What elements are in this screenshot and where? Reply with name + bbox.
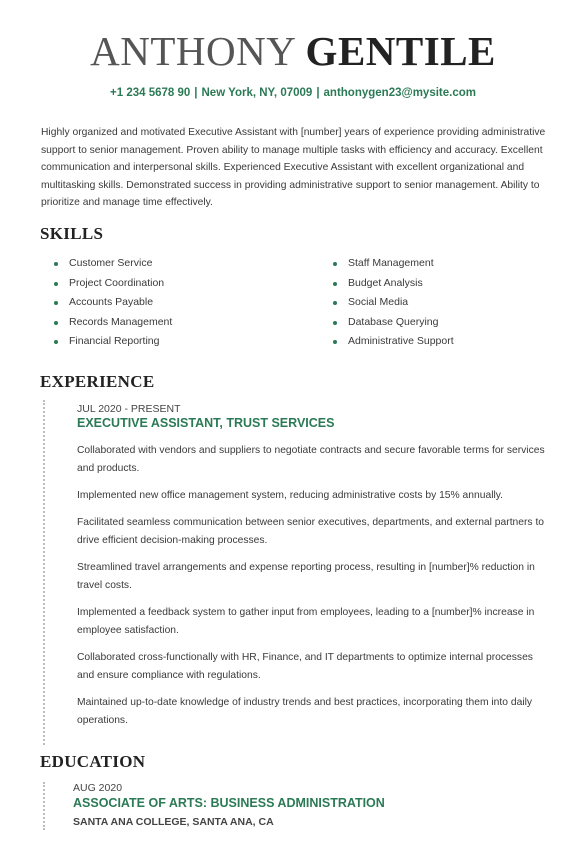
skill-item: Social Media bbox=[333, 293, 454, 313]
skill-label: Database Querying bbox=[348, 315, 439, 328]
education-date: AUG 2020 bbox=[73, 782, 123, 794]
bullet-icon bbox=[54, 320, 58, 325]
skill-item: Project Coordination bbox=[54, 274, 172, 294]
bullet-icon bbox=[333, 320, 337, 325]
experience-bullets: Collaborated with vendors and suppliers … bbox=[77, 442, 552, 739]
skills-list-left: Customer Service Project Coordination Ac… bbox=[54, 254, 172, 352]
skills-list-right: Staff Management Budget Analysis Social … bbox=[333, 254, 454, 352]
skill-item: Staff Management bbox=[333, 254, 454, 274]
first-name: ANTHONY bbox=[90, 28, 295, 74]
bullet-icon bbox=[333, 281, 337, 286]
bullet-icon bbox=[54, 281, 58, 286]
experience-role: EXECUTIVE ASSISTANT, TRUST SERVICES bbox=[77, 416, 335, 430]
experience-bullet: Implemented new office management system… bbox=[77, 490, 504, 501]
skills-heading: SKILLS bbox=[40, 224, 104, 243]
experience-bullet: Collaborated cross-functionally with HR,… bbox=[77, 652, 533, 681]
experience-bullet: Implemented a feedback system to gather … bbox=[77, 607, 535, 636]
skill-item: Financial Reporting bbox=[54, 332, 172, 352]
education-degree: ASSOCIATE OF ARTS: BUSINESS ADMINISTRATI… bbox=[73, 796, 385, 810]
bullet-icon bbox=[54, 262, 58, 266]
skill-label: Accounts Payable bbox=[69, 296, 154, 308]
skill-label: Project Coordination bbox=[69, 276, 165, 289]
skill-item: Accounts Payable bbox=[54, 293, 172, 313]
skill-label: Social Media bbox=[348, 296, 409, 308]
professional-summary: Highly organized and motivated Executive… bbox=[41, 127, 546, 209]
skill-item: Administrative Support bbox=[333, 332, 454, 352]
bullet-icon bbox=[333, 262, 337, 266]
separator: | bbox=[316, 87, 320, 99]
skill-item: Database Querying bbox=[333, 313, 454, 333]
skill-item: Budget Analysis bbox=[333, 274, 454, 294]
contact-line: +1 234 5678 90 | New York, NY, 07009 | antho… bbox=[0, 85, 586, 101]
phone: +1 234 5678 90 bbox=[110, 87, 191, 99]
email-link[interactable]: anthonygen23@mysite.com bbox=[324, 87, 476, 99]
experience-timeline-line bbox=[43, 400, 45, 745]
experience-bullet: Streamlined travel arrangements and expe… bbox=[77, 562, 535, 591]
candidate-name: ANTHONY GENTILE bbox=[0, 28, 586, 74]
skill-label: Customer Service bbox=[69, 257, 153, 269]
skill-label: Administrative Support bbox=[348, 335, 454, 347]
education-heading: EDUCATION bbox=[40, 752, 146, 771]
experience-heading: EXPERIENCE bbox=[40, 372, 155, 391]
education-timeline-line bbox=[43, 782, 45, 830]
skill-item: Records Management bbox=[54, 313, 172, 333]
skill-item: Customer Service bbox=[54, 254, 172, 274]
experience-bullet: Facilitated seamless communication betwe… bbox=[77, 517, 545, 546]
bullet-icon bbox=[333, 301, 337, 305]
bullet-icon bbox=[54, 340, 58, 344]
skill-label: Financial Reporting bbox=[69, 335, 160, 347]
skill-label: Budget Analysis bbox=[348, 276, 423, 289]
experience-bullet: Collaborated with vendors and suppliers … bbox=[77, 445, 545, 474]
education-school: SANTA ANA COLLEGE, SANTA ANA, CA bbox=[73, 816, 274, 828]
experience-date: JUL 2020 - PRESENT bbox=[77, 403, 181, 415]
experience-bullet: Maintained up-to-date knowledge of indus… bbox=[77, 697, 533, 726]
skill-label: Records Management bbox=[69, 315, 173, 328]
last-name: GENTILE bbox=[305, 28, 496, 74]
bullet-icon bbox=[333, 340, 337, 344]
bullet-icon bbox=[54, 301, 58, 305]
separator: | bbox=[194, 87, 198, 99]
location: New York, NY, 07009 bbox=[201, 87, 313, 99]
skill-label: Staff Management bbox=[348, 257, 434, 269]
